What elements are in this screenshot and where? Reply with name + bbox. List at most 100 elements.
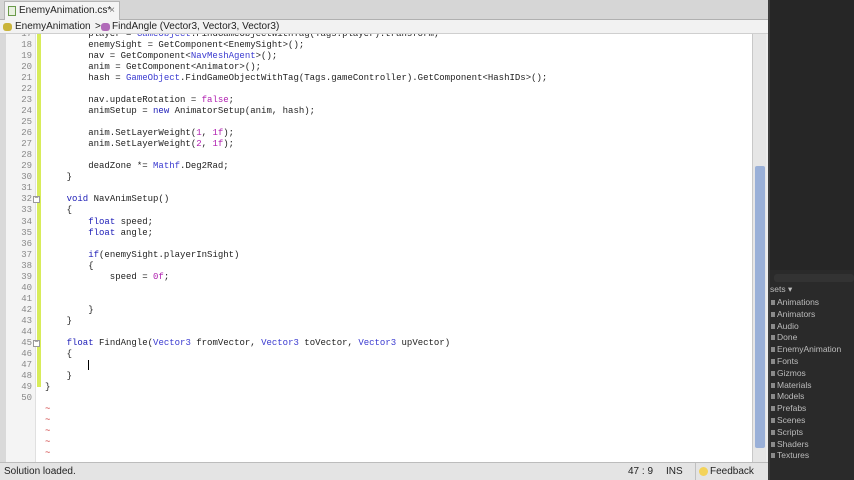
code-line[interactable]: 42 } [6,305,746,316]
code-token: fromVector, [190,337,262,348]
code-line[interactable]: 23 nav.updateRotation = false; [6,95,746,106]
code-editor-window: EnemyAnimation.cs* × EnemyAnimation > Fi… [0,0,768,480]
tab-enemyanimation[interactable]: EnemyAnimation.cs* × [4,1,120,20]
code-text: enemySight = GetComponent<EnemySight>(); [45,40,304,51]
asset-folder-label: Prefabs [777,403,807,414]
code-token-ty: GameObject [136,34,191,39]
fold-toggle-icon[interactable]: − [33,339,40,347]
breadcrumb-class[interactable]: EnemyAnimation [15,20,91,34]
code-line[interactable]: 47 [6,359,746,371]
feedback-label: Feedback [710,466,754,477]
code-line[interactable]: 26 anim.SetLayerWeight(1, 1f); [6,128,746,139]
code-line[interactable]: 33 { [6,205,746,216]
code-line[interactable]: 24 animSetup = new AnimatorSetup(anim, h… [6,106,746,117]
code-token-ty: Vector3 [261,337,299,348]
code-line[interactable]: 27 anim.SetLayerWeight(2, 1f); [6,139,746,150]
code-line[interactable]: 50 [6,393,746,404]
code-line[interactable]: 48 } [6,371,746,382]
eof-marker: ~ [45,437,51,448]
asset-folder[interactable]: Animations [770,297,819,308]
code-token-kw: float [88,227,116,238]
asset-folder[interactable]: Animators [770,309,815,320]
project-search[interactable] [774,274,854,282]
code-line[interactable]: 36 [6,239,746,250]
asset-folder[interactable]: Gizmos [770,368,806,379]
code-line[interactable]: 32− void NavAnimSetup() [6,194,746,205]
code-line[interactable]: 22 [6,84,746,95]
code-area[interactable]: 17 player = GameObject.FindGameObjectWit… [0,34,752,462]
code-token-kw: void [66,194,89,205]
code-token: enemySight = GetComponent<EnemySight>(); [45,40,305,51]
code-token: upVector) [396,337,451,348]
code-line[interactable]: 46 { [6,349,746,360]
code-line[interactable]: 41 [6,294,746,305]
code-line[interactable]: 44 [6,327,746,338]
scrollbar-thumb[interactable] [755,166,765,448]
folder-icon [771,429,775,435]
folder-icon [771,441,775,447]
line-number: 33 [21,205,32,216]
code-line[interactable]: 19 nav = GetComponent<NavMeshAgent>(); [6,51,746,62]
code-token: speed; [115,216,154,227]
folder-icon [771,418,775,423]
code-line[interactable]: 28 [6,150,746,161]
fold-toggle-icon[interactable]: − [33,196,40,204]
code-token-kw: float [88,216,116,227]
asset-folder[interactable]: Textures [770,450,809,461]
code-token-ty: Mathf [153,161,181,172]
asset-folder[interactable]: Materials [770,380,811,391]
asset-folder-label: Textures [777,450,810,461]
folder-icon [771,323,775,329]
code-line[interactable]: 35 float angle; [6,228,746,239]
line-number: 26 [21,128,32,139]
code-line[interactable]: 39 speed = 0f; [6,272,746,283]
line-number: 44 [21,326,32,337]
code-line[interactable]: 18 enemySight = GetComponent<EnemySight>… [6,40,746,51]
line-number: 31 [21,183,32,194]
asset-folder[interactable]: Prefabs [770,403,806,414]
asset-folder[interactable]: Audio [770,321,799,332]
code-line[interactable]: 37 if(enemySight.playerInSight) [6,250,746,261]
code-text: deadZone *= Mathf.Deg2Rad; [45,161,228,172]
code-line[interactable]: 21 hash = GameObject.FindGameObjectWithT… [6,73,746,84]
code-line[interactable]: 45− float FindAngle(Vector3 fromVector, … [6,338,746,349]
code-line[interactable]: 40 [6,283,746,294]
code-line[interactable]: 20 anim = GetComponent<Animator>(); [6,62,746,73]
assets-header[interactable]: sets ▾ [770,284,792,295]
close-tab-icon[interactable]: × [109,2,115,20]
project-panel: sets ▾ Animations Animators Audio Done Enemy… [768,0,854,480]
code-token: .FindGameObjectWithTag(Tags.player).tran… [190,34,440,39]
asset-folder[interactable]: Scenes [770,415,805,426]
code-token: ; [163,271,170,282]
code-line[interactable]: 38 { [6,261,746,272]
line-number: 30 [21,172,32,183]
code-line[interactable]: 30 } [6,172,746,183]
code-line[interactable]: 25 [6,117,746,128]
asset-folder[interactable]: Shaders [770,439,809,450]
asset-folder[interactable]: EnemyAnimation [770,344,841,355]
asset-folder[interactable]: Models [770,391,804,402]
asset-folder-label: Done [777,332,798,343]
code-line[interactable]: 34 float speed; [6,217,746,228]
breadcrumb-method[interactable]: FindAngle (Vector3, Vector3, Vector3) [112,20,279,34]
asset-folder[interactable]: Scripts [770,427,803,438]
line-number: 35 [21,227,32,238]
line-number: 39 [21,271,32,282]
code-token: { [45,260,94,271]
asset-folder[interactable]: Fonts [770,356,798,367]
code-token: AnimatorSetup(anim, hash); [169,106,316,117]
code-line[interactable]: 29 deadZone *= Mathf.Deg2Rad; [6,161,746,172]
code-line[interactable]: 49} [6,382,746,393]
code-token-lit: 1f [212,128,224,139]
code-token: nav = GetComponent< [45,51,191,62]
vertical-scrollbar[interactable] [752,34,766,462]
code-token: >(); [255,51,278,62]
code-text: anim.SetLayerWeight(1, 1f); [45,128,234,139]
line-number: 43 [21,315,32,326]
code-line[interactable]: 31 [6,183,746,194]
line-number: 34 [21,216,32,227]
asset-folder[interactable]: Done [770,332,797,343]
code-line[interactable]: 43 } [6,316,746,327]
feedback-button[interactable]: Feedback [695,463,768,480]
